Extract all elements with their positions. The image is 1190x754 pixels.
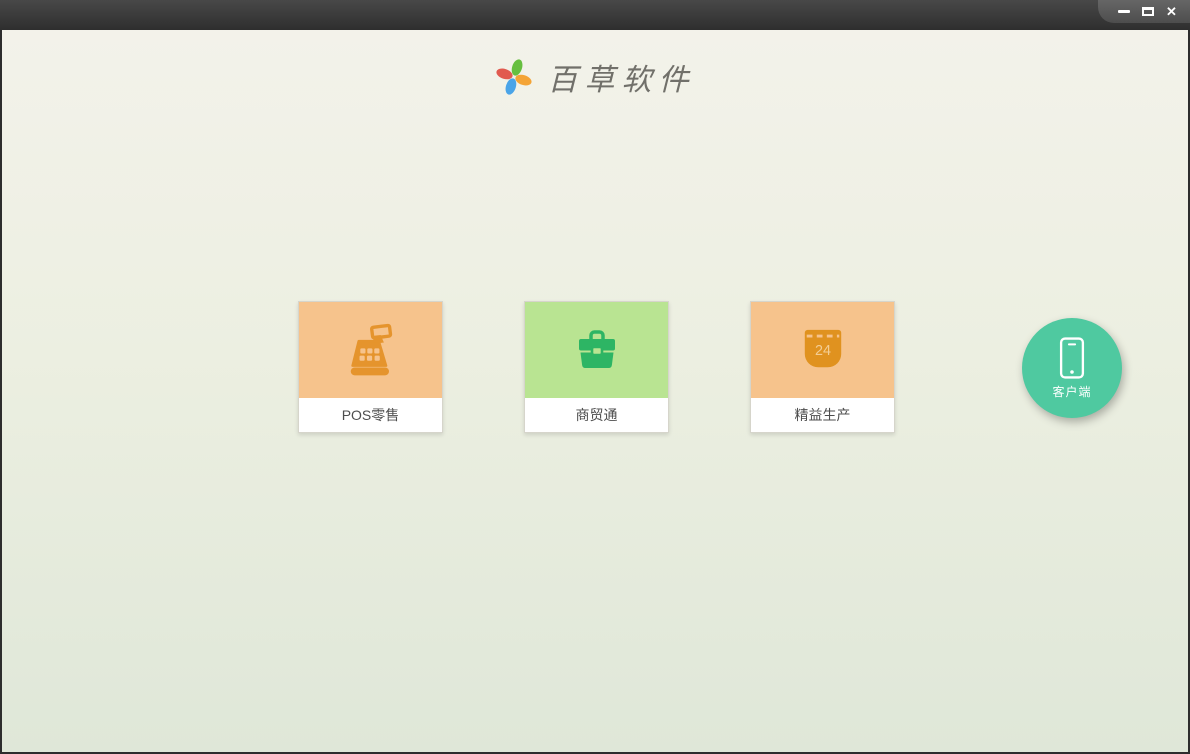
- product-card-label: POS零售: [299, 398, 442, 432]
- smartphone-icon: [1059, 337, 1085, 379]
- card-icon-area: [299, 302, 442, 398]
- app-title: 百草软件: [547, 63, 696, 98]
- close-button[interactable]: ✕: [1162, 3, 1181, 20]
- client-button-label: 客户端: [1052, 385, 1092, 399]
- product-card-label: 精益生产: [751, 398, 894, 432]
- product-card-trade[interactable]: 商贸通: [524, 301, 669, 433]
- maximize-icon: [1141, 7, 1154, 16]
- cash-register-icon: [350, 323, 392, 376]
- title-bar: ✕: [0, 0, 1190, 30]
- minimize-button[interactable]: [1114, 3, 1133, 20]
- client-button[interactable]: 客户端: [1022, 318, 1122, 418]
- card-icon-area: [525, 302, 668, 398]
- minimize-icon: [1117, 10, 1130, 13]
- calendar-icon: 24: [804, 329, 841, 368]
- product-card-label: 商贸通: [525, 398, 668, 432]
- briefcase-icon: [578, 330, 615, 368]
- product-card-lean[interactable]: 24 精益生产: [750, 301, 895, 433]
- calendar-day: 24: [815, 343, 831, 359]
- main-content: 百草软件 POS零售 商贸通 24 精益生产 客户端: [2, 30, 1188, 752]
- maximize-button[interactable]: [1138, 3, 1157, 20]
- app-header: 百草软件: [2, 30, 1188, 99]
- card-icon-area: 24: [751, 302, 894, 398]
- pinwheel-logo-icon: [495, 59, 532, 95]
- window-controls: ✕: [1098, 0, 1190, 23]
- close-icon: ✕: [1166, 4, 1177, 19]
- product-card-pos[interactable]: POS零售: [298, 301, 443, 433]
